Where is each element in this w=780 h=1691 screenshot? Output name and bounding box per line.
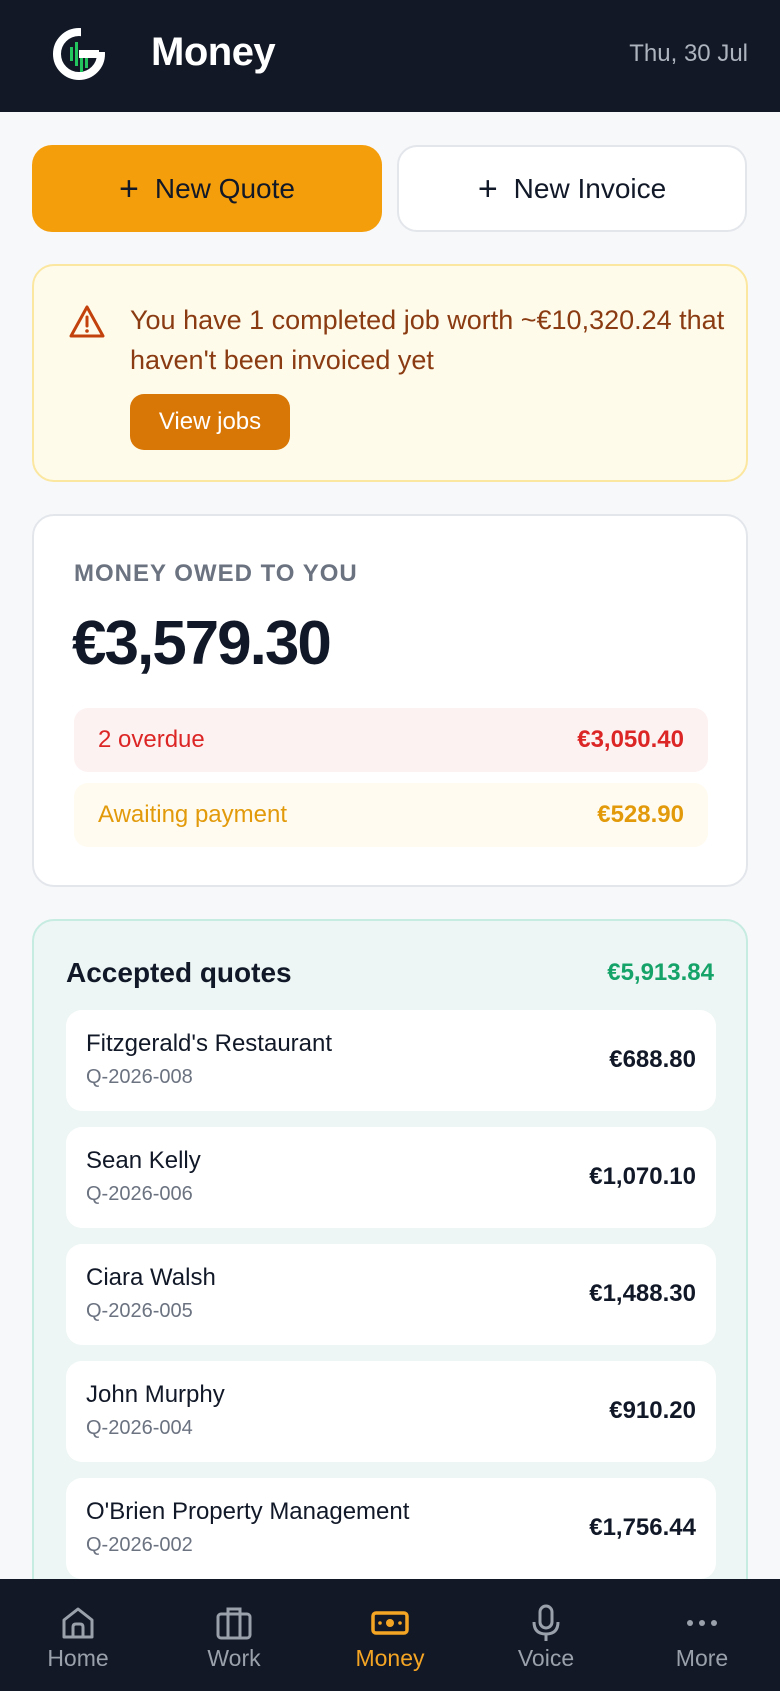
- new-invoice-label: New Invoice: [513, 172, 667, 204]
- new-quote-button[interactable]: + New Quote: [32, 145, 382, 232]
- money-owed-label: MONEY OWED TO YOU: [74, 560, 358, 587]
- bottom-nav: Home Work Money Voice More: [0, 1579, 780, 1691]
- overdue-row[interactable]: 2 overdue €3,050.40: [74, 708, 708, 772]
- quote-row[interactable]: Sean Kelly Q-2026-006 €1,070.10: [66, 1127, 716, 1228]
- current-date: Thu, 30 Jul: [629, 40, 748, 67]
- accepted-quotes-total: €5,913.84: [607, 959, 714, 986]
- top-bar: Money Thu, 30 Jul: [0, 0, 780, 112]
- new-quote-label: New Quote: [154, 172, 295, 204]
- quote-row[interactable]: O'Brien Property Management Q-2026-002 €…: [66, 1478, 716, 1579]
- quote-client-name: Ciara Walsh: [86, 1264, 216, 1291]
- quote-amount: €688.80: [609, 1046, 696, 1073]
- quote-number: Q-2026-008: [86, 1066, 193, 1088]
- nav-work[interactable]: Work: [156, 1579, 312, 1691]
- quote-number: Q-2026-006: [86, 1183, 193, 1205]
- awaiting-payment-row[interactable]: Awaiting payment €528.90: [74, 783, 708, 847]
- app-root: Money Thu, 30 Jul + New Quote + New Invo…: [0, 0, 780, 1691]
- plus-icon: +: [119, 169, 139, 208]
- nav-home[interactable]: Home: [0, 1579, 156, 1691]
- money-owed-amount: €3,579.30: [72, 609, 332, 678]
- quote-number: Q-2026-005: [86, 1300, 193, 1322]
- accepted-quotes-title: Accepted quotes: [66, 957, 292, 988]
- nav-voice[interactable]: Voice: [468, 1579, 624, 1691]
- quote-amount: €1,070.10: [589, 1163, 696, 1190]
- quote-number: Q-2026-002: [86, 1534, 193, 1556]
- quote-client-name: Sean Kelly: [86, 1147, 201, 1174]
- quote-amount: €1,488.30: [589, 1280, 696, 1307]
- money-owed-card: MONEY OWED TO YOU €3,579.30 2 overdue €3…: [32, 514, 748, 887]
- more-icon: [687, 1620, 717, 1626]
- uninvoiced-jobs-alert: You have 1 completed job worth ~€10,320.…: [32, 264, 748, 482]
- nav-work-label: Work: [207, 1645, 261, 1671]
- quote-amount: €910.20: [609, 1397, 696, 1424]
- overdue-label: 2 overdue: [98, 726, 205, 753]
- quote-client-name: O'Brien Property Management: [86, 1498, 410, 1525]
- quote-row[interactable]: Ciara Walsh Q-2026-005 €1,488.30: [66, 1244, 716, 1345]
- app-logo-icon: [53, 28, 105, 80]
- overdue-amount: €3,050.40: [577, 726, 684, 753]
- quote-row[interactable]: John Murphy Q-2026-004 €910.20: [66, 1361, 716, 1462]
- quote-number: Q-2026-004: [86, 1417, 193, 1439]
- nav-money-label: Money: [355, 1645, 425, 1671]
- nav-home-label: Home: [47, 1645, 109, 1671]
- new-invoice-button[interactable]: + New Invoice: [397, 145, 747, 232]
- alert-message: You have 1 completed job worth ~€10,320.…: [130, 305, 725, 375]
- quote-client-name: Fitzgerald's Restaurant: [86, 1030, 333, 1057]
- quote-amount: €1,756.44: [589, 1514, 696, 1541]
- view-jobs-button[interactable]: View jobs: [130, 394, 290, 450]
- quote-client-name: John Murphy: [86, 1381, 225, 1408]
- nav-more[interactable]: More: [624, 1579, 780, 1691]
- quote-list: Fitzgerald's Restaurant Q-2026-008 €688.…: [66, 1010, 716, 1595]
- accepted-quotes-section: Accepted quotes €5,913.84 Fitzgerald's R…: [32, 919, 748, 1619]
- warning-icon: [69, 305, 105, 338]
- home-icon: [62, 1607, 94, 1639]
- awaiting-label: Awaiting payment: [98, 801, 287, 828]
- nav-money[interactable]: Money: [312, 1579, 468, 1691]
- nav-more-label: More: [675, 1645, 729, 1671]
- page-title: Money: [151, 30, 276, 74]
- nav-voice-label: Voice: [517, 1645, 575, 1671]
- awaiting-amount: €528.90: [597, 801, 684, 828]
- quote-row[interactable]: Fitzgerald's Restaurant Q-2026-008 €688.…: [66, 1010, 716, 1111]
- plus-icon: +: [477, 169, 498, 208]
- money-icon: [371, 1611, 409, 1635]
- microphone-icon: [532, 1604, 560, 1641]
- briefcase-icon: [216, 1607, 252, 1640]
